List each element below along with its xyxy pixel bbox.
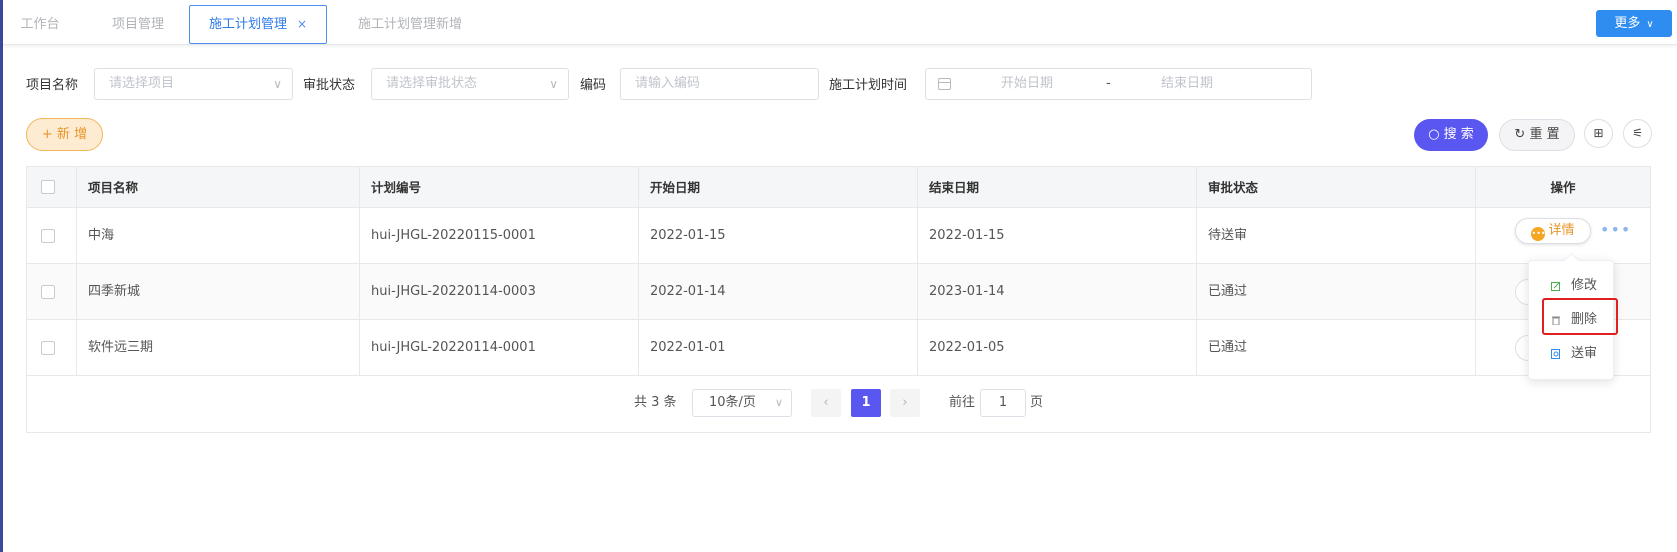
goto-unit-label: 页 — [1030, 395, 1044, 410]
row-checkbox[interactable] — [41, 340, 55, 355]
cell-project-name: 四季新城 — [77, 264, 360, 319]
goto-page-input[interactable]: 1 — [980, 389, 1026, 417]
edit-icon — [1551, 281, 1561, 291]
date-separator: - — [1106, 76, 1111, 91]
next-page-button[interactable]: › — [890, 389, 920, 417]
reset-button[interactable]: ↻ 重 置 — [1499, 119, 1575, 151]
tab-project-management[interactable]: 项目管理 — [103, 6, 173, 43]
row-checkbox-cell — [27, 320, 77, 375]
goto-label: 前往 — [949, 395, 976, 410]
chevron-down-icon: ∨ — [774, 396, 783, 409]
tab-construction-plan-management[interactable]: 施工计划管理 × — [189, 5, 327, 44]
more-button[interactable]: 更多 ∨ — [1596, 10, 1672, 37]
date-range-picker[interactable]: 开始日期 - 结束日期 — [925, 68, 1312, 100]
row-checkbox-cell — [27, 208, 77, 263]
refresh-icon: ↻ — [1514, 127, 1526, 142]
tab-workbench[interactable]: 工作台 — [17, 6, 63, 43]
cell-end-date: 2022-01-15 — [918, 208, 1197, 263]
project-select[interactable]: 请选择项目 ∨ — [94, 68, 293, 100]
cell-project-name: 中海 — [77, 208, 360, 263]
prev-page-button[interactable]: ‹ — [811, 389, 841, 417]
menu-item-label: 送审 — [1571, 346, 1598, 361]
column-header-approval-status: 审批状态 — [1197, 167, 1476, 207]
approval-status-select[interactable]: 请选择审批状态 ∨ — [371, 68, 569, 100]
tabs-bar: 工作台 项目管理 施工计划管理 × 施工计划管理新增 更多 ∨ — [3, 0, 1677, 45]
cell-start-date: 2022-01-15 — [639, 208, 918, 263]
end-date-placeholder[interactable]: 结束日期 — [1161, 69, 1213, 99]
table-row: 四季新城 hui-JHGL-20220114-0003 2022-01-14 2… — [27, 264, 1650, 320]
row-checkbox-cell — [27, 264, 77, 319]
start-date-placeholder[interactable]: 开始日期 — [1001, 69, 1053, 99]
sliders-icon: ⚟ — [1632, 126, 1643, 140]
search-icon: ○ — [1428, 127, 1440, 142]
more-label: 更多 — [1614, 16, 1641, 31]
header-checkbox-cell — [27, 167, 77, 207]
search-button[interactable]: ○ 搜 索 — [1414, 119, 1488, 151]
filter-settings-button[interactable]: ⚟ — [1623, 119, 1652, 148]
detail-button[interactable]: ••• 详情 — [1515, 218, 1591, 244]
table-row: 软件远三期 hui-JHGL-20220114-0001 2022-01-01 … — [27, 320, 1650, 376]
tab-label: 施工计划管理 — [208, 17, 287, 32]
cell-start-date: 2022-01-01 — [639, 320, 918, 375]
column-header-plan-code: 计划编号 — [360, 167, 639, 207]
code-label: 编码 — [580, 78, 607, 93]
chevron-down-icon: ∨ — [549, 77, 558, 91]
calendar-icon — [938, 78, 951, 90]
code-input[interactable]: 请输入编码 — [620, 68, 819, 100]
page-size-value: 10条/页 — [709, 395, 756, 410]
cell-end-date: 2023-01-14 — [918, 264, 1197, 319]
cell-plan-code: hui-JHGL-20220115-0001 — [360, 208, 639, 263]
menu-item-edit[interactable]: 修改 — [1529, 271, 1615, 301]
cell-start-date: 2022-01-14 — [639, 264, 918, 319]
menu-item-submit-review[interactable]: 送审 — [1529, 339, 1615, 369]
cell-approval-status: 待送审 — [1197, 208, 1476, 263]
page-size-select[interactable]: 10条/页 ∨ — [692, 389, 792, 417]
pagination-total: 共 3 条 — [634, 395, 677, 410]
cell-approval-status: 已通过 — [1197, 264, 1476, 319]
search-label: 搜 索 — [1443, 127, 1474, 142]
cell-plan-code: hui-JHGL-20220114-0001 — [360, 320, 639, 375]
table-header: 项目名称 计划编号 开始日期 结束日期 审批状态 操作 — [27, 167, 1650, 208]
delete-highlight-box — [1542, 298, 1618, 335]
cell-project-name: 软件远三期 — [77, 320, 360, 375]
tab-construction-plan-add[interactable]: 施工计划管理新增 — [350, 6, 470, 43]
code-placeholder: 请输入编码 — [635, 76, 701, 91]
chevron-down-icon: ∨ — [1646, 19, 1654, 30]
cell-end-date: 2022-01-05 — [918, 320, 1197, 375]
cell-approval-status: 已通过 — [1197, 320, 1476, 375]
column-header-start-date: 开始日期 — [639, 167, 918, 207]
close-icon[interactable]: × — [297, 17, 307, 31]
column-settings-button[interactable]: ⊞ — [1584, 119, 1613, 148]
reset-label: 重 置 — [1529, 127, 1560, 142]
construction-time-label: 施工计划时间 — [829, 78, 908, 93]
status-placeholder: 请选择审批状态 — [386, 76, 478, 91]
column-header-project-name: 项目名称 — [77, 167, 360, 207]
column-header-end-date: 结束日期 — [918, 167, 1197, 207]
project-name-label: 项目名称 — [26, 78, 79, 93]
table-row: 中海 hui-JHGL-20220115-0001 2022-01-15 202… — [27, 208, 1650, 264]
select-all-checkbox[interactable] — [41, 180, 55, 194]
approval-status-label: 审批状态 — [303, 78, 356, 93]
row-checkbox[interactable] — [41, 228, 55, 243]
column-header-actions: 操作 — [1550, 180, 1576, 195]
menu-item-label: 修改 — [1571, 278, 1598, 293]
detail-label: 详情 — [1548, 223, 1575, 238]
more-actions-icon[interactable]: ••• — [1600, 222, 1631, 238]
add-button[interactable]: + 新 增 — [26, 118, 103, 151]
row-checkbox[interactable] — [41, 284, 55, 299]
submit-review-icon — [1551, 349, 1560, 359]
left-edge-bar — [0, 0, 3, 552]
project-placeholder: 请选择项目 — [109, 76, 175, 91]
chevron-down-icon: ∨ — [273, 77, 282, 91]
ellipsis-circle-icon: ••• — [1531, 227, 1546, 241]
grid-icon: ⊞ — [1593, 126, 1604, 140]
page-number-current[interactable]: 1 — [851, 389, 881, 417]
cell-plan-code: hui-JHGL-20220114-0003 — [360, 264, 639, 319]
